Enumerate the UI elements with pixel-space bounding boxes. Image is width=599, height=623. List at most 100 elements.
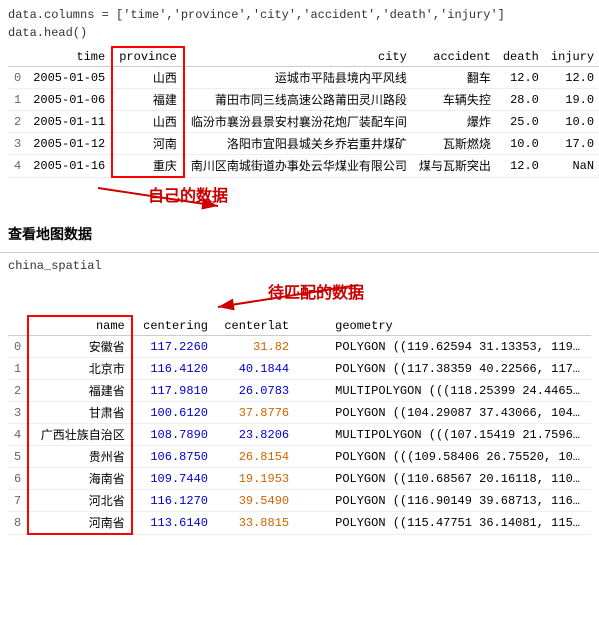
th-death: death [497, 47, 545, 67]
bottom-table-cell: 106.8750 [132, 446, 214, 468]
bottom-table-cell: 117.9810 [132, 380, 214, 402]
top-table-row: 42005-01-16重庆南川区南城街道办事处云华煤业有限公司煤与瓦斯突出12.… [8, 155, 599, 178]
top-table-container: time province city accident death injury… [0, 46, 599, 178]
bottom-table-row: 5贵州省106.875026.8154POLYGON (((109.58406 … [8, 446, 591, 468]
top-table-cell: NaN [545, 155, 599, 178]
bottom-table-cell: MULTIPOLYGON (((107.15419 21.75961, 107.… [295, 424, 591, 446]
top-table-row: 32005-01-12河南洛阳市宜阳县城关乡乔岩重井煤矿瓦斯燃烧10.017.0 [8, 133, 599, 155]
top-table-cell: 3 [8, 133, 27, 155]
top-table-cell: 山西 [112, 111, 184, 133]
bth-geometry: geometry [295, 316, 591, 336]
bottom-table: name centering centerlat geometry 0安徽省11… [8, 315, 591, 535]
top-table-cell: 25.0 [497, 111, 545, 133]
bottom-table-cell: 26.8154 [214, 446, 295, 468]
top-table-cell: 2005-01-06 [27, 89, 112, 111]
section2-header: 查看地图数据 [0, 218, 599, 248]
bottom-table-cell: POLYGON ((110.68567 20.16118, 110.70075 … [295, 468, 591, 490]
top-table-cell: 山西 [112, 67, 184, 89]
bth-centerlat: centerlat [214, 316, 295, 336]
th-injury: injury [545, 47, 599, 67]
top-table-cell: 28.0 [497, 89, 545, 111]
bottom-table-cell: 2 [8, 380, 28, 402]
code-line-1: data.columns = ['time','province','city'… [8, 6, 591, 24]
bottom-table-cell: 福建省 [28, 380, 132, 402]
bottom-table-row: 6海南省109.744019.1953POLYGON ((110.68567 2… [8, 468, 591, 490]
code-line-2: data.head() [8, 24, 591, 42]
bottom-table-cell: 116.4120 [132, 358, 214, 380]
top-table-cell: 2005-01-16 [27, 155, 112, 178]
top-table-cell: 0 [8, 67, 27, 89]
bottom-table-cell: POLYGON (((109.58406 26.75520, 109.57888… [295, 446, 591, 468]
top-table-cell: 翻车 [413, 67, 497, 89]
top-table-cell: 河南 [112, 133, 184, 155]
top-table-cell: 10.0 [497, 133, 545, 155]
bottom-table-cell: 6 [8, 468, 28, 490]
bth-index [8, 316, 28, 336]
bottom-table-cell: 109.7440 [132, 468, 214, 490]
top-table-cell: 临汾市襄汾县景安村襄汾花炮厂装配车间 [184, 111, 413, 133]
code-section: data.columns = ['time','province','city'… [0, 0, 599, 46]
bottom-table-row: 0安徽省117.226031.82POLYGON ((119.62594 31.… [8, 336, 591, 358]
bottom-table-cell: 26.0783 [214, 380, 295, 402]
bottom-table-cell: 海南省 [28, 468, 132, 490]
top-table-cell: 2005-01-12 [27, 133, 112, 155]
bottom-table-cell: 广西壮族自治区 [28, 424, 132, 446]
divider1 [0, 252, 599, 253]
top-table-cell: 重庆 [112, 155, 184, 178]
top-table-cell: 2005-01-05 [27, 67, 112, 89]
top-table-cell: 12.0 [497, 67, 545, 89]
top-table-cell: 南川区南城街道办事处云华煤业有限公司 [184, 155, 413, 178]
bottom-table-cell: 8 [8, 512, 28, 535]
annotation2-text: 待匹配的数据 [268, 279, 364, 303]
bottom-table-cell: 19.1953 [214, 468, 295, 490]
bottom-table-cell: 37.8776 [214, 402, 295, 424]
bth-centering: centering [132, 316, 214, 336]
bottom-table-cell: 33.8815 [214, 512, 295, 535]
top-table-cell: 1 [8, 89, 27, 111]
th-province: province [112, 47, 184, 67]
top-table-row: 22005-01-11山西临汾市襄汾县景安村襄汾花炮厂装配车间爆炸25.010.… [8, 111, 599, 133]
top-table: time province city accident death injury… [8, 46, 599, 178]
top-table-row: 12005-01-06福建莆田市同三线高速公路莆田灵川路段车辆失控28.019.… [8, 89, 599, 111]
bottom-table-row: 2福建省117.981026.0783MULTIPOLYGON (((118.2… [8, 380, 591, 402]
top-table-cell: 12.0 [545, 67, 599, 89]
bottom-table-cell: 贵州省 [28, 446, 132, 468]
bottom-table-cell: POLYGON ((104.29087 37.43066, 104.30275 … [295, 402, 591, 424]
top-table-cell: 运城市平陆县境内平风线 [184, 67, 413, 89]
top-table-cell: 2005-01-11 [27, 111, 112, 133]
bottom-table-row: 4广西壮族自治区108.789023.8206MULTIPOLYGON (((1… [8, 424, 591, 446]
bottom-table-cell: 3 [8, 402, 28, 424]
bottom-table-cell: 7 [8, 490, 28, 512]
th-index [8, 47, 27, 67]
annotation1-box: 自己的数据 [8, 178, 591, 218]
th-city: city [184, 47, 413, 67]
th-accident: accident [413, 47, 497, 67]
bottom-table-cell: 39.5490 [214, 490, 295, 512]
bottom-table-cell: 4 [8, 424, 28, 446]
bottom-table-row: 8河南省113.614033.8815POLYGON ((115.47751 3… [8, 512, 591, 535]
top-table-cell: 爆炸 [413, 111, 497, 133]
bottom-table-cell: 河北省 [28, 490, 132, 512]
top-table-row: 02005-01-05山西运城市平陆县境内平风线翻车12.012.0 [8, 67, 599, 89]
top-table-cell: 洛阳市宜阳县城关乡乔岩重井煤矿 [184, 133, 413, 155]
top-table-cell: 10.0 [545, 111, 599, 133]
bottom-table-cell: 0 [8, 336, 28, 358]
bottom-table-cell: 甘肃省 [28, 402, 132, 424]
bottom-table-cell: 5 [8, 446, 28, 468]
top-table-cell: 莆田市同三线高速公路莆田灵川路段 [184, 89, 413, 111]
top-table-cell: 瓦斯燃烧 [413, 133, 497, 155]
bottom-table-cell: POLYGON ((117.38359 40.22566, 117.37170 … [295, 358, 591, 380]
bottom-table-cell: 23.8206 [214, 424, 295, 446]
bottom-table-cell: 40.1844 [214, 358, 295, 380]
bottom-table-cell: 31.82 [214, 336, 295, 358]
top-table-cell: 19.0 [545, 89, 599, 111]
bottom-table-cell: 1 [8, 358, 28, 380]
bth-name: name [28, 316, 132, 336]
top-table-cell: 4 [8, 155, 27, 178]
bottom-table-cell: 河南省 [28, 512, 132, 535]
bottom-table-cell: 108.7890 [132, 424, 214, 446]
top-table-cell: 煤与瓦斯突出 [413, 155, 497, 178]
bottom-table-cell: POLYGON ((119.62594 31.13353, 119.64401 … [295, 336, 591, 358]
top-table-cell: 17.0 [545, 133, 599, 155]
bottom-table-cell: 113.6140 [132, 512, 214, 535]
